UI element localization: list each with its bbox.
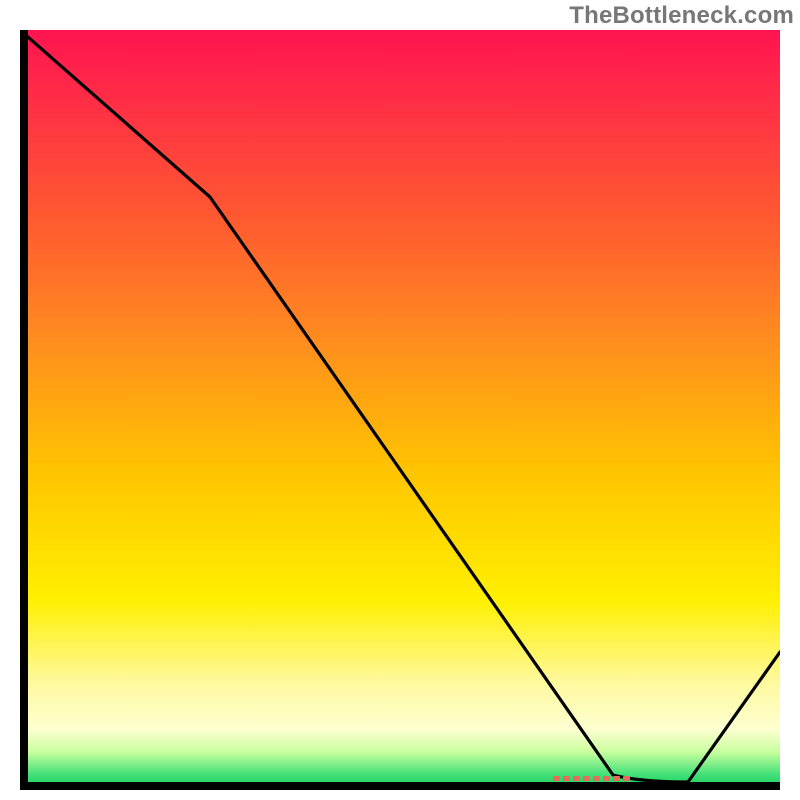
- plot-area: [20, 30, 780, 790]
- gradient-background: [20, 30, 780, 790]
- watermark-text: TheBottleneck.com: [569, 2, 794, 30]
- chart-root: TheBottleneck.com: [0, 0, 800, 800]
